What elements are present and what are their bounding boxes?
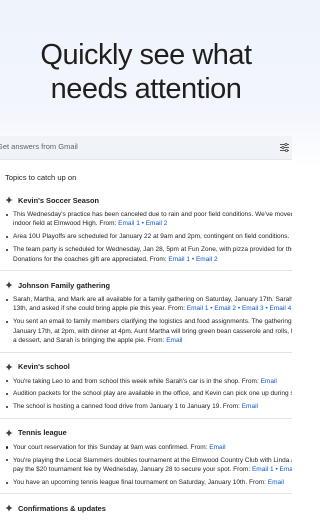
topic-title: Kevin's Soccer Season (18, 195, 100, 205)
tune-icon[interactable] (280, 143, 289, 152)
summary-item: You're taking Leo to and from school thi… (5, 377, 292, 386)
email-source-link[interactable]: Email 2 (196, 256, 218, 263)
summary-line: Sarah, Martha, and Mark are all availabl… (13, 295, 292, 304)
summary-text: The team party is scheduled for Wednesda… (13, 246, 292, 254)
hero-title-line-1: Quickly see what (40, 39, 252, 71)
summary-text: You're playing the Local Slammers double… (13, 456, 292, 464)
topic-title: Kevin's school (18, 362, 70, 372)
topic-header[interactable]: Kevin's school (5, 362, 292, 372)
summary-line: This Wednesday's practice has been cance… (13, 210, 292, 219)
topics-heading: Topics to catch up on (5, 173, 77, 182)
summary-line: January 17th, at 2pm, with dinner at 4pm… (13, 327, 292, 336)
topic-title: Tennis league (18, 428, 67, 438)
ask-gmail-bar[interactable]: Get answers from Gmail (0, 136, 292, 160)
sparkle-icon (5, 281, 13, 290)
email-source-link[interactable]: Email (242, 403, 258, 410)
summary-text: 13th, and asked if she could bring apple… (13, 305, 187, 313)
topic-items: You're taking Leo to and from school thi… (5, 377, 292, 412)
summary-text: You sent an email to family members clar… (13, 318, 292, 326)
summary-text: Your court reservation for this Sunday a… (13, 443, 210, 451)
summary-line: You sent an email to family members clar… (13, 317, 292, 326)
summary-text: a dessert, and Sarah is bringing the app… (13, 337, 167, 345)
topic-header[interactable]: Kevin's Soccer Season (5, 195, 292, 205)
summary-item: Audition packets for the school play are… (5, 389, 292, 398)
summary-line: You're playing the Local Slammers double… (13, 456, 292, 465)
hero-title-line-2: needs attention (50, 73, 242, 105)
summary-item: The school is hosting a canned food driv… (5, 402, 292, 411)
summary-line: The school is hosting a canned food driv… (13, 402, 292, 411)
email-source-link[interactable]: Email 3 (242, 305, 264, 312)
topic-items: Sarah, Martha, and Mark are all availabl… (5, 295, 292, 346)
email-source-link[interactable]: Email (268, 479, 284, 486)
email-source-link[interactable]: Email 1 (252, 466, 274, 473)
summary-text: Sarah, Martha, and Mark are all availabl… (13, 296, 292, 304)
topic-title: Johnson Family gathering (18, 280, 110, 290)
topic-header[interactable]: Johnson Family gathering (5, 280, 292, 290)
summary-text: This Wednesday's practice has been cance… (13, 211, 292, 218)
topic-section: Johnson Family gathering Sarah, Martha, a… (5, 280, 292, 346)
email-source-link[interactable]: Email (261, 378, 277, 385)
section-divider (0, 417, 292, 419)
sparkle-icon (5, 196, 13, 204)
summary-item: This Wednesday's practice has been cance… (5, 210, 292, 229)
catch-up-card: Get answers from Gmail Topics to catch u… (0, 136, 292, 520)
email-source-link[interactable]: Email (209, 444, 225, 451)
topic-title: Confirmations & updates (18, 503, 106, 513)
email-source-link[interactable]: Email 1 (187, 305, 209, 312)
summary-item: You have an upcoming tennis league final… (5, 478, 292, 487)
summary-line: 13th, and asked if she could bring apple… (13, 304, 292, 313)
email-source-link[interactable]: Email 1 (118, 220, 140, 227)
summary-line: The team party is scheduled for Wednesda… (13, 245, 292, 254)
summary-item: You're playing the Local Slammers double… (5, 456, 292, 475)
summary-line: Area 10U Playoffs are scheduled for Janu… (13, 232, 292, 241)
hero-title: Quickly see what needs attention (40, 22, 252, 106)
email-source-link[interactable]: Email 2 (280, 466, 292, 473)
topic-section: Tennis league Your court reservation for … (5, 428, 292, 488)
topic-header[interactable]: Tennis league (5, 428, 292, 438)
summary-line: pay the $20 tournament fee by Wednesday,… (13, 465, 292, 474)
summary-item: The team party is scheduled for Wednesda… (5, 245, 292, 264)
ask-gmail-input[interactable]: Get answers from Gmail (0, 142, 78, 151)
summary-text: You're taking Leo to and from school thi… (13, 377, 261, 385)
summary-item: Area 10U Playoffs are scheduled for Janu… (5, 232, 292, 241)
summary-line: indoor field at Elmwood High. From: Emai… (13, 219, 292, 228)
summary-text: Area 10U Playoffs are scheduled for Janu… (13, 233, 290, 241)
summary-text: You have an upcoming tennis league final… (13, 479, 268, 486)
topics-content: Topics to catch up on Kevin's Soccer Sea… (0, 173, 292, 518)
topic-section: Kevin's school You're taking Leo to and f… (5, 362, 292, 412)
topic-section: Kevin's Soccer Season This Wednesday's pr… (5, 195, 292, 264)
sparkle-icon (5, 428, 13, 437)
section-divider (0, 270, 292, 272)
summary-text: indoor field at Elmwood High. From: (13, 220, 119, 228)
summary-line: a dessert, and Sarah is bringing the app… (13, 336, 292, 345)
email-source-link[interactable]: Email 2 (214, 305, 236, 312)
sparkle-icon (5, 362, 13, 371)
sparkle-icon (5, 504, 13, 513)
hero-banner: Quickly see what needs attention (0, 0, 292, 128)
summary-line: You're taking Leo to and from school thi… (13, 377, 292, 386)
summary-text: Donations for the coaches gift are appre… (13, 255, 169, 263)
summary-line: Your court reservation for this Sunday a… (13, 443, 292, 452)
section-divider (0, 351, 292, 353)
summary-item: Your court reservation for this Sunday a… (5, 443, 292, 452)
email-source-link[interactable]: Email 1 (168, 256, 190, 263)
email-source-link[interactable]: Email (166, 337, 182, 344)
topics-list: Kevin's Soccer Season This Wednesday's pr… (0, 195, 292, 513)
topic-section: Confirmations & updates (5, 503, 292, 513)
summary-item: Sarah, Martha, and Mark are all availabl… (5, 295, 292, 314)
summary-text: The school is hosting a canned food driv… (13, 403, 242, 411)
email-source-link[interactable]: Email 4 (270, 305, 292, 312)
topic-items: This Wednesday's practice has been cance… (5, 210, 292, 264)
summary-text: Audition packets for the school play are… (13, 390, 292, 398)
topic-items: Your court reservation for this Sunday a… (5, 443, 292, 488)
summary-text: January 17th, at 2pm, with dinner at 4pm… (13, 327, 292, 335)
summary-item: You sent an email to family members clar… (5, 317, 292, 345)
summary-line: You have an upcoming tennis league final… (13, 478, 292, 487)
email-source-link[interactable]: Email 2 (146, 220, 168, 227)
section-divider (0, 493, 292, 495)
summary-line: Audition packets for the school play are… (13, 389, 292, 398)
summary-text: pay the $20 tournament fee by Wednesday,… (13, 466, 252, 474)
topic-header[interactable]: Confirmations & updates (5, 503, 292, 513)
summary-line: Donations for the coaches gift are appre… (13, 255, 292, 264)
